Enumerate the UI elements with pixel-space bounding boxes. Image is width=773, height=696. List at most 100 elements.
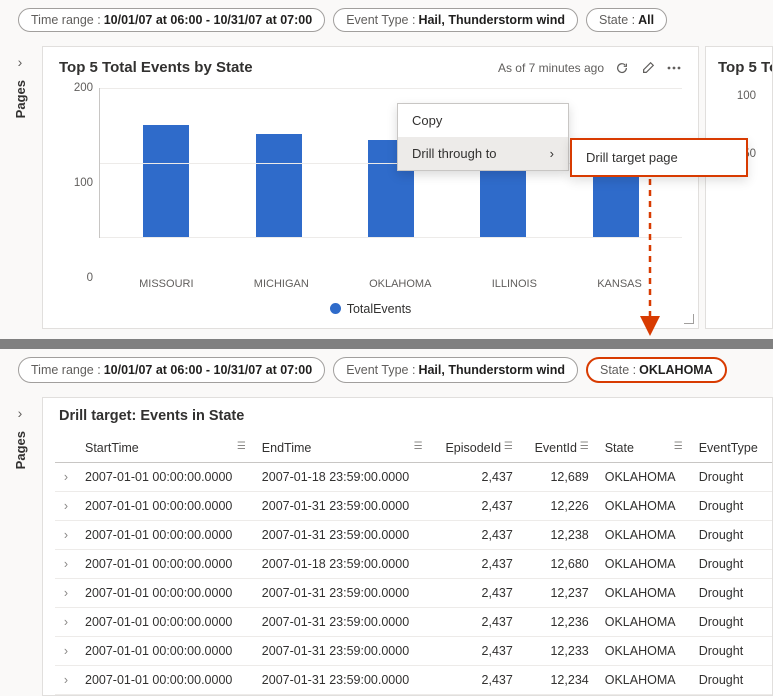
table-row[interactable]: ›2007-01-01 00:00:00.00002007-01-18 23:5… xyxy=(55,463,772,492)
cell-eventtype: Drought xyxy=(691,637,772,666)
column-menu-icon[interactable]: ☰ xyxy=(237,441,246,452)
cell-state: OKLAHOMA xyxy=(597,579,691,608)
filter-value: Hail, Thunderstorm wind xyxy=(418,363,565,377)
column-menu-icon[interactable]: ☰ xyxy=(501,441,513,452)
context-menu-drill-through[interactable]: Drill through to › xyxy=(398,137,568,170)
chart-area: 0100200 xyxy=(59,82,682,272)
filter-state-highlight[interactable]: State : OKLAHOMA xyxy=(586,357,727,383)
table-row[interactable]: ›2007-01-01 00:00:00.00002007-01-31 23:5… xyxy=(55,579,772,608)
expand-row-icon[interactable]: › xyxy=(55,463,77,492)
filter-state[interactable]: State : All xyxy=(586,8,667,32)
x-tick-label: MISSOURI xyxy=(139,278,193,290)
expand-row-icon[interactable]: › xyxy=(55,521,77,550)
cell-episodeid: 2,437 xyxy=(431,550,521,579)
submenu-drill-target-page[interactable]: Drill target page xyxy=(572,140,746,175)
filter-label: State : xyxy=(600,363,636,377)
expand-row-icon[interactable]: › xyxy=(55,550,77,579)
chevron-right-icon[interactable]: › xyxy=(18,405,23,421)
y-tick-label: 100 xyxy=(74,177,93,189)
cell-state: OKLAHOMA xyxy=(597,637,691,666)
events-table: StartTime☰ EndTime ☰ EpisodeId ☰ EventId … xyxy=(55,434,772,695)
filter-event-type[interactable]: Event Type : Hail, Thunderstorm wind xyxy=(333,357,578,383)
cell-eventid: 12,234 xyxy=(521,666,597,695)
top-filter-bar: Time range : 10/01/07 at 06:00 - 10/31/0… xyxy=(0,0,773,40)
filter-label: Event Type : xyxy=(346,13,415,27)
chevron-right-icon: › xyxy=(550,146,554,161)
cell-eventtype: Drought xyxy=(691,550,772,579)
col-state[interactable]: State ☰ xyxy=(597,434,691,463)
x-tick-label: MICHIGAN xyxy=(254,278,309,290)
legend-label: TotalEvents xyxy=(347,302,412,316)
filter-time-range[interactable]: Time range : 10/01/07 at 06:00 - 10/31/0… xyxy=(18,8,325,32)
table-row[interactable]: ›2007-01-01 00:00:00.00002007-01-31 23:5… xyxy=(55,608,772,637)
resize-handle-icon[interactable] xyxy=(684,314,694,324)
cell-state: OKLAHOMA xyxy=(597,463,691,492)
chart-bar[interactable] xyxy=(143,125,189,237)
col-eventid[interactable]: EventId ☰ xyxy=(521,434,597,463)
table-row[interactable]: ›2007-01-01 00:00:00.00002007-01-31 23:5… xyxy=(55,666,772,695)
x-tick-label: ILLINOIS xyxy=(492,278,537,290)
edit-icon[interactable] xyxy=(640,60,656,76)
filter-label: State : xyxy=(599,13,635,27)
cell-endtime: 2007-01-18 23:59:00.0000 xyxy=(254,463,431,492)
column-menu-icon[interactable]: ☰ xyxy=(414,441,423,452)
col-endtime[interactable]: EndTime ☰ xyxy=(254,434,431,463)
cell-eventid: 12,237 xyxy=(521,579,597,608)
menu-label: Drill through to xyxy=(412,146,497,161)
table-row[interactable]: ›2007-01-01 00:00:00.00002007-01-18 23:5… xyxy=(55,550,772,579)
cell-starttime: 2007-01-01 00:00:00.0000 xyxy=(77,666,254,695)
cell-episodeid: 2,437 xyxy=(431,608,521,637)
cell-starttime: 2007-01-01 00:00:00.0000 xyxy=(77,579,254,608)
filter-value: OKLAHOMA xyxy=(639,363,713,377)
filter-event-type[interactable]: Event Type : Hail, Thunderstorm wind xyxy=(333,8,578,32)
section-divider xyxy=(0,339,773,349)
y-tick-label: 0 xyxy=(87,272,93,284)
col-starttime[interactable]: StartTime☰ xyxy=(77,434,254,463)
column-menu-icon[interactable]: ☰ xyxy=(674,441,683,452)
col-label: EndTime xyxy=(262,441,312,455)
expand-row-icon[interactable]: › xyxy=(55,608,77,637)
x-tick-label: OKLAHOMA xyxy=(369,278,431,290)
cell-endtime: 2007-01-18 23:59:00.0000 xyxy=(254,550,431,579)
cell-episodeid: 2,437 xyxy=(431,579,521,608)
context-menu-copy[interactable]: Copy xyxy=(398,104,568,137)
cell-starttime: 2007-01-01 00:00:00.0000 xyxy=(77,637,254,666)
cell-starttime: 2007-01-01 00:00:00.0000 xyxy=(77,463,254,492)
expand-row-icon[interactable]: › xyxy=(55,666,77,695)
table-card: Drill target: Events in State StartTime☰… xyxy=(42,397,773,696)
expand-row-icon[interactable]: › xyxy=(55,579,77,608)
expand-row-icon[interactable]: › xyxy=(55,492,77,521)
cell-eventtype: Drought xyxy=(691,608,772,637)
cell-eventtype: Drought xyxy=(691,463,772,492)
y-tick-label: 200 xyxy=(74,82,93,94)
col-label: EpisodeId xyxy=(445,441,501,455)
table-row[interactable]: ›2007-01-01 00:00:00.00002007-01-31 23:5… xyxy=(55,521,772,550)
menu-label: Drill target page xyxy=(586,150,678,165)
cell-state: OKLAHOMA xyxy=(597,666,691,695)
col-eventtype[interactable]: EventType xyxy=(691,434,772,463)
cell-eventid: 12,238 xyxy=(521,521,597,550)
refresh-icon[interactable] xyxy=(614,60,630,76)
column-menu-icon[interactable]: ☰ xyxy=(577,441,589,452)
x-tick-label: KANSAS xyxy=(597,278,642,290)
more-icon[interactable] xyxy=(666,60,682,76)
cell-episodeid: 2,437 xyxy=(431,637,521,666)
pages-label[interactable]: Pages xyxy=(13,80,28,118)
cell-endtime: 2007-01-31 23:59:00.0000 xyxy=(254,579,431,608)
bottom-filter-bar: Time range : 10/01/07 at 06:00 - 10/31/0… xyxy=(0,349,773,391)
cell-episodeid: 2,437 xyxy=(431,666,521,695)
chart-bar[interactable] xyxy=(256,134,302,237)
col-label: State xyxy=(605,441,634,455)
cell-endtime: 2007-01-31 23:59:00.0000 xyxy=(254,521,431,550)
col-episodeid[interactable]: EpisodeId ☰ xyxy=(431,434,521,463)
pages-label[interactable]: Pages xyxy=(13,431,28,469)
menu-label: Copy xyxy=(412,113,442,128)
table-row[interactable]: ›2007-01-01 00:00:00.00002007-01-31 23:5… xyxy=(55,637,772,666)
filter-time-range[interactable]: Time range : 10/01/07 at 06:00 - 10/31/0… xyxy=(18,357,325,383)
table-row[interactable]: ›2007-01-01 00:00:00.00002007-01-31 23:5… xyxy=(55,492,772,521)
pages-sidebar: › Pages xyxy=(4,391,36,696)
col-label: EventType xyxy=(699,441,758,455)
chart-legend: TotalEvents xyxy=(59,290,682,320)
chevron-right-icon[interactable]: › xyxy=(18,54,23,70)
expand-row-icon[interactable]: › xyxy=(55,637,77,666)
